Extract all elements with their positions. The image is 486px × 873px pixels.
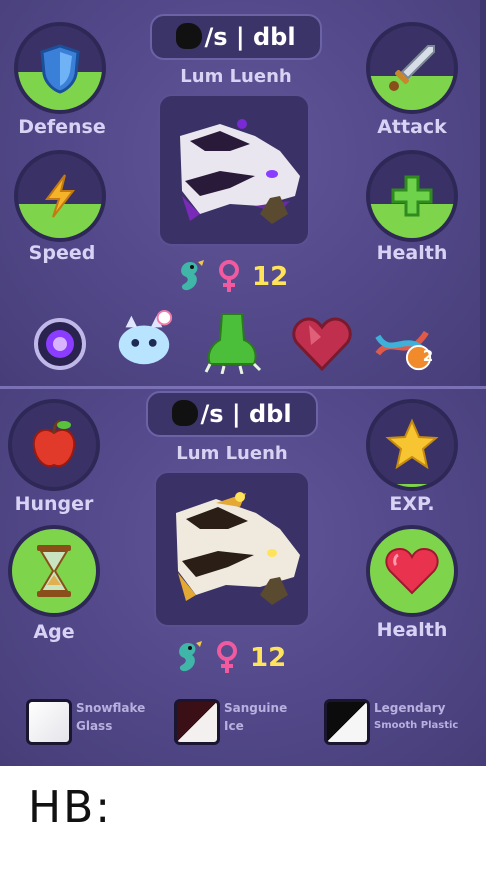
seahorse-icon — [179, 641, 202, 672]
gender-count: 12 — [250, 643, 287, 673]
female-icon — [217, 641, 237, 673]
heart-icon — [385, 547, 439, 595]
pet-care-card: /s | dbl Lum Luenh Hunger EXP. Age Healt… — [0, 386, 486, 766]
color-name-line1: Sanguine — [224, 701, 288, 715]
plus-icon — [391, 175, 433, 217]
hunger-label: Hunger — [14, 493, 94, 515]
health-label: Health — [376, 242, 448, 264]
color-name-line1: Snowflake — [76, 701, 146, 715]
dna-badge-count: 2 — [422, 347, 434, 365]
trait-green-claw[interactable] — [200, 310, 264, 374]
name-badge-text: /s | dbl — [204, 23, 296, 51]
seahorse-icon — [181, 260, 204, 291]
health-label: Health — [376, 619, 448, 641]
sword-icon — [389, 45, 435, 91]
health-stat[interactable] — [366, 525, 458, 617]
lightning-icon — [45, 174, 76, 218]
gender-count: 12 — [252, 262, 289, 292]
attack-label: Attack — [377, 116, 447, 138]
color-name-line2: Glass — [76, 719, 113, 733]
fluffy-pet-icon — [118, 309, 173, 365]
pet-name: Lum Luenh — [176, 443, 288, 464]
trait-dna[interactable]: 2 — [372, 312, 436, 376]
scribble-mark — [176, 23, 203, 49]
color-chip-sanguine-ice[interactable]: Sanguine Ice — [174, 699, 287, 745]
color-chip-snowflake-glass[interactable]: Snowflake Glass — [26, 699, 145, 745]
color-name-line1: Legendary — [374, 701, 446, 715]
attack-stat[interactable] — [366, 22, 458, 114]
defense-label: Defense — [18, 116, 106, 138]
age-label: Age — [33, 621, 75, 643]
hunger-stat[interactable] — [8, 399, 100, 491]
scribble-mark — [172, 400, 199, 426]
exp-label: EXP. — [389, 493, 435, 515]
name-badge-text: /s | dbl — [200, 400, 292, 428]
shield-icon — [40, 44, 80, 94]
apple-icon — [32, 419, 76, 467]
handwritten-note: HB: — [28, 782, 113, 833]
pet-creature-icon — [180, 119, 300, 224]
color-chip-legendary-smooth-plastic[interactable]: Legendary Smooth Plastic — [324, 699, 458, 745]
name-badge: /s | dbl — [146, 391, 318, 437]
speed-stat[interactable] — [14, 150, 106, 242]
green-claw-icon — [204, 313, 262, 374]
exp-stat[interactable] — [366, 399, 458, 491]
color-swatch — [324, 699, 370, 745]
pet-name: Lum Luenh — [180, 66, 292, 87]
age-stat[interactable] — [8, 525, 100, 617]
pet-creature-icon — [176, 492, 300, 605]
breeding-info: 12 — [170, 639, 286, 677]
color-name-line2: Ice — [224, 719, 244, 733]
star-icon — [385, 418, 439, 470]
female-icon — [219, 260, 239, 292]
pet-portrait — [158, 94, 310, 246]
trait-void-orb[interactable] — [28, 312, 92, 376]
health-stat[interactable] — [366, 150, 458, 242]
speed-label: Speed — [28, 242, 96, 264]
void-orb-icon — [34, 318, 86, 370]
pet-stats-card: /s | dbl Lum Luenh Defense Attack Speed … — [0, 0, 486, 390]
color-swatch — [174, 699, 220, 745]
breeding-info: 12 — [172, 258, 288, 296]
name-badge: /s | dbl — [150, 14, 322, 60]
color-swatch — [26, 699, 72, 745]
trait-fluffy-pet[interactable] — [112, 308, 176, 372]
gem-heart-icon — [292, 317, 352, 372]
defense-stat[interactable] — [14, 22, 106, 114]
trait-gem-heart[interactable] — [290, 312, 354, 376]
color-name-line2: Smooth Plastic — [374, 720, 459, 731]
pet-portrait — [154, 471, 310, 627]
dna-icon — [375, 330, 432, 371]
hourglass-icon — [37, 545, 71, 597]
